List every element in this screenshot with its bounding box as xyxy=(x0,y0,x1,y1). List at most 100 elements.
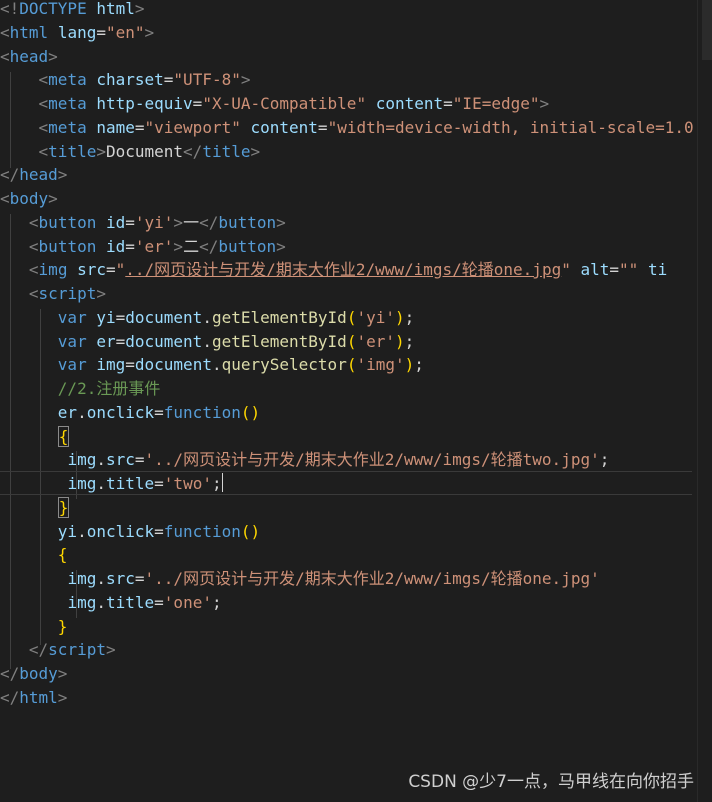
code-token: </ xyxy=(183,142,203,161)
code-token: > xyxy=(134,0,145,18)
code-token: img xyxy=(67,450,97,469)
code-token: < xyxy=(38,142,49,161)
code-token: ( xyxy=(346,308,357,327)
code-token: > xyxy=(144,23,155,42)
code-token: </ xyxy=(0,165,20,184)
code-token: < xyxy=(0,189,10,208)
code-token: > xyxy=(96,284,106,303)
code-token: = xyxy=(134,569,145,588)
code-line-3[interactable]: <head> xyxy=(0,45,712,69)
code-line-23[interactable]: yi.onclick=function() xyxy=(0,520,712,544)
code-token: 'yi' xyxy=(134,213,174,232)
code-token: > xyxy=(48,47,58,66)
code-token: meta xyxy=(48,118,87,137)
code-line-2[interactable]: <html lang="en"> xyxy=(0,21,712,45)
scrollbar-thumb[interactable] xyxy=(702,0,712,60)
code-line-16[interactable]: var img=document.querySelector('img'); xyxy=(0,353,712,377)
code-line-9[interactable]: <body> xyxy=(0,187,712,211)
code-line-4[interactable]: <meta charset="UTF-8"> xyxy=(0,68,712,92)
code-token: var xyxy=(57,308,87,327)
code-line-10[interactable]: <button id='yi'>一</button> xyxy=(0,211,712,235)
watermark: CSDN @少7一点，马甲线在向你招手 xyxy=(408,772,694,792)
code-token: = xyxy=(125,213,135,232)
code-token: " xyxy=(115,260,126,279)
code-token: </ xyxy=(199,237,219,256)
code-token: < xyxy=(28,237,39,256)
code-token: = xyxy=(115,308,126,327)
code-line-21[interactable]: img.title='two'; xyxy=(0,472,712,496)
code-line-6[interactable]: <meta name="viewport" content="width=dev… xyxy=(0,116,712,140)
code-token: = xyxy=(609,260,620,279)
code-token: > xyxy=(57,688,68,707)
code-line-1[interactable]: <!DOCTYPE html> xyxy=(0,0,712,21)
code-token: = xyxy=(106,260,116,279)
code-line-25[interactable]: img.src='../网页设计与开发/期末大作业2/www/imgs/轮播on… xyxy=(0,567,712,591)
code-line-26[interactable]: img.title='one'; xyxy=(0,591,712,615)
code-token: function xyxy=(163,403,241,422)
code-line-27[interactable]: } xyxy=(0,615,712,639)
code-token: '../网页设计与开发/期末大作业2/www/imgs/轮播one.jpg' xyxy=(144,569,600,588)
code-token: er xyxy=(57,403,78,422)
code-token: src xyxy=(105,569,135,588)
code-token: > xyxy=(105,640,116,659)
code-line-28[interactable]: </script> xyxy=(0,638,712,662)
code-line-24[interactable]: { xyxy=(0,543,712,567)
code-token: . xyxy=(96,450,106,469)
code-token: 二 xyxy=(183,237,200,256)
code-token: ) xyxy=(394,332,405,351)
code-line-17[interactable]: //2.注册事件 xyxy=(0,377,712,401)
code-line-7[interactable]: <title>Document</title> xyxy=(0,140,712,164)
image-path-link[interactable]: ../网页设计与开发/期末大作业2/www/imgs/轮播one.jpg xyxy=(125,260,561,279)
code-line-29[interactable]: </body> xyxy=(0,662,712,686)
code-line-8[interactable]: </head> xyxy=(0,163,712,187)
code-token: 'two' xyxy=(163,474,212,493)
code-token: 'er' xyxy=(356,332,395,351)
code-line-14[interactable]: var yi=document.getElementById('yi'); xyxy=(0,306,712,330)
code-token: html xyxy=(19,688,58,707)
code-token: </ xyxy=(0,688,20,707)
code-token: = xyxy=(96,23,106,42)
code-token: er xyxy=(96,332,116,351)
code-line-19[interactable]: { xyxy=(0,425,712,449)
code-editor[interactable]: <!DOCTYPE html> <html lang="en"> <head> … xyxy=(0,0,712,802)
code-line-12[interactable]: <img src="../网页设计与开发/期末大作业2/www/imgs/轮播o… xyxy=(0,258,712,282)
code-token: ) xyxy=(394,308,405,327)
code-token: > xyxy=(96,142,106,161)
code-token: src xyxy=(77,260,106,279)
code-token: > xyxy=(276,237,286,256)
code-token: "UTF-8" xyxy=(173,70,241,89)
code-line-30[interactable]: </html> xyxy=(0,686,712,710)
code-token: = xyxy=(443,94,453,113)
code-token: "en" xyxy=(105,23,145,42)
code-line-11[interactable]: <button id='er'>二</button> xyxy=(0,235,712,259)
code-line-5[interactable]: <meta http-equiv="X-UA-Compatible" conte… xyxy=(0,92,712,116)
code-line-15[interactable]: var er=document.getElementById('er'); xyxy=(0,330,712,354)
code-token: title xyxy=(48,142,97,161)
vertical-scrollbar[interactable] xyxy=(697,0,712,802)
code-token: . xyxy=(96,474,106,493)
code-token: button xyxy=(218,213,277,232)
code-token: < xyxy=(0,47,10,66)
code-line-22[interactable]: } xyxy=(0,496,712,520)
code-token: 'yi' xyxy=(356,308,395,327)
code-token: img xyxy=(67,593,97,612)
code-line-20[interactable]: img.src='../网页设计与开发/期末大作业2/www/imgs/轮播tw… xyxy=(0,448,712,472)
code-line-18[interactable]: er.onclick=function() xyxy=(0,401,712,425)
code-token: img xyxy=(67,569,97,588)
code-line-13[interactable]: <script> xyxy=(0,282,712,306)
code-token: ) xyxy=(404,355,415,374)
code-token: " xyxy=(561,260,571,279)
code-token: = xyxy=(125,355,135,374)
code-token: = xyxy=(154,593,164,612)
